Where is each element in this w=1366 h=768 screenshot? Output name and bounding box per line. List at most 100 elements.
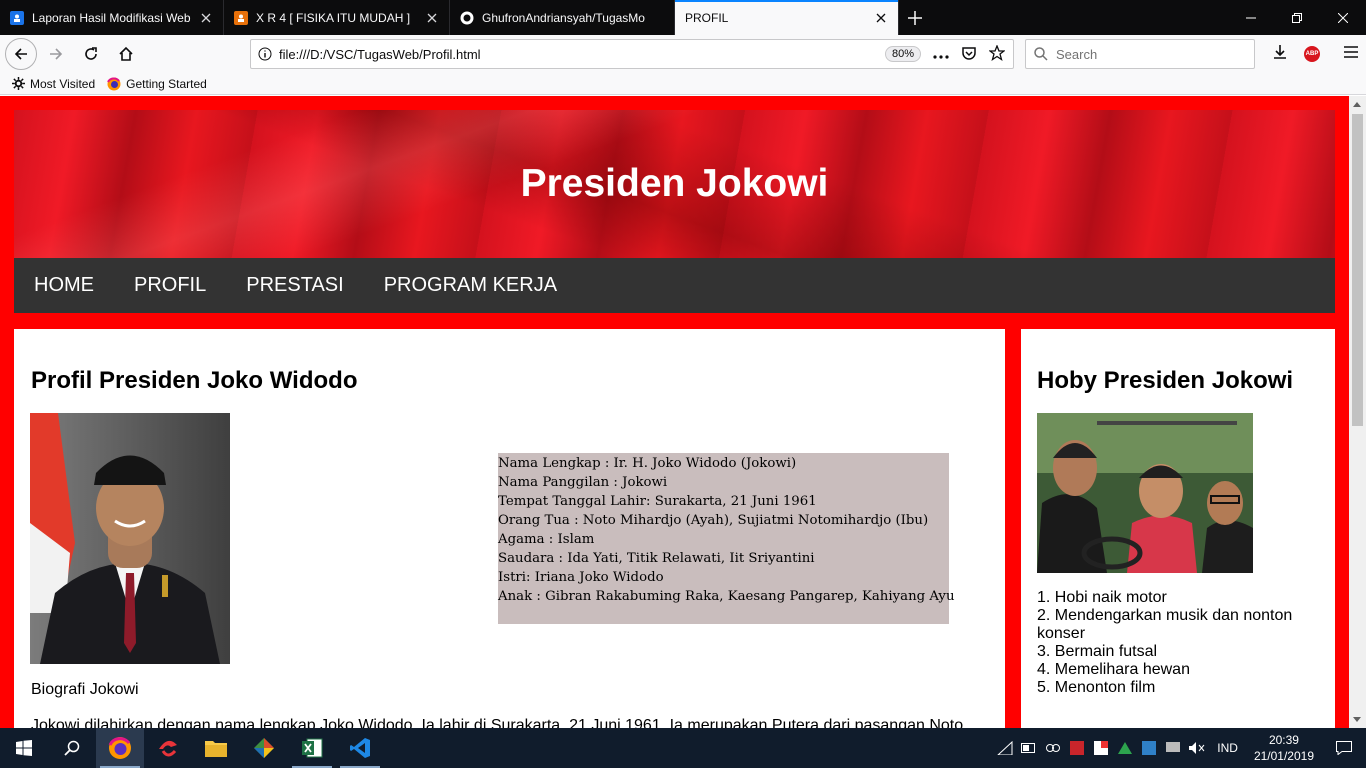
header-banner: Presiden Jokowi — [14, 110, 1335, 258]
bookmark-star-icon[interactable] — [988, 43, 1006, 64]
adblock-plus-icon[interactable]: ABP — [1304, 46, 1320, 62]
page-actions-icon[interactable] — [933, 47, 949, 62]
scroll-down-arrow-icon[interactable] — [1353, 717, 1361, 722]
url-bar[interactable]: file:///D:/VSC/TugasWeb/Profil.html 80% — [250, 39, 1014, 69]
close-icon[interactable] — [199, 11, 213, 25]
tab-title: PROFIL — [685, 10, 729, 25]
bio-line: Tempat Tanggal Lahir: Surakarta, 21 Juni… — [498, 494, 817, 509]
volume-muted-icon[interactable] — [1185, 728, 1209, 768]
start-button[interactable] — [0, 728, 48, 768]
classroom-icon — [10, 10, 24, 25]
tab-fisika[interactable]: X R 4 [ FISIKA ITU MUDAH ] — [224, 0, 450, 35]
tab-title: Laporan Hasil Modifikasi Web — [32, 10, 191, 25]
bookmark-label: Most Visited — [30, 76, 96, 91]
biodata-box: Nama Lengkap : Ir. H. Joko Widodo (Jokow… — [498, 453, 955, 624]
menu-program-kerja[interactable]: PROGRAM KERJA — [364, 274, 577, 297]
list-item: 2. Mendengarkan musik dan nonton konser — [1037, 607, 1293, 642]
tab-title: X R 4 [ FISIKA ITU MUDAH ] — [256, 10, 411, 25]
bio-line: Agama : Islam — [498, 532, 595, 547]
taskbar-clock[interactable]: 20:39 21/01/2019 — [1254, 732, 1314, 764]
clock-time: 20:39 — [1268, 733, 1299, 747]
taskbar-vscode[interactable] — [336, 728, 384, 768]
link-icon[interactable] — [1041, 728, 1065, 768]
hobby-photo-image — [1037, 413, 1253, 573]
network-tray-icon[interactable] — [1137, 728, 1161, 768]
classroom-icon — [234, 10, 248, 25]
forward-arrow-icon — [50, 48, 63, 60]
system-tray: IND 20:39 21/01/2019 — [993, 728, 1366, 768]
excel-icon — [302, 738, 323, 758]
info-icon[interactable] — [251, 47, 279, 61]
monitor-tray-icon[interactable] — [1161, 728, 1185, 768]
firefox-icon — [108, 737, 131, 759]
taskbar-firefox[interactable] — [96, 728, 144, 768]
search-icon — [64, 740, 80, 756]
tab-strip: Laporan Hasil Modifikasi Web X R 4 [ FIS… — [0, 0, 1366, 35]
back-button[interactable] — [5, 38, 37, 70]
menu-prestasi[interactable]: PRESTASI — [226, 274, 363, 297]
menu-profil[interactable]: PROFIL — [114, 274, 226, 297]
taskbar-git[interactable] — [240, 728, 288, 768]
bookmark-getting-started[interactable]: Getting Started — [107, 77, 207, 91]
input-language[interactable]: IND — [1217, 741, 1238, 755]
menu-home[interactable]: HOME — [14, 274, 114, 297]
windows-logo-icon — [16, 740, 32, 756]
search-input[interactable]: Search — [1056, 47, 1097, 62]
hobby-heading: Hoby Presiden Jokowi — [1037, 367, 1294, 394]
taskbar-file-explorer[interactable] — [192, 728, 240, 768]
close-window-icon[interactable] — [1320, 0, 1366, 35]
navigation-toolbar: file:///D:/VSC/TugasWeb/Profil.html 80% … — [0, 35, 1366, 73]
download-icon[interactable] — [1272, 44, 1288, 65]
site-title: Presiden Jokowi — [520, 162, 829, 205]
git-icon — [254, 738, 274, 758]
garena-tray-icon[interactable] — [1065, 728, 1089, 768]
taskbar-search-button[interactable] — [48, 728, 96, 768]
list-item: 3. Bermain futsal — [1037, 643, 1158, 660]
bio-line: Anak : Gibran Rakabuming Raka, Kaesang P… — [498, 589, 955, 604]
taskbar-garena[interactable] — [144, 728, 192, 768]
scroll-up-arrow-icon[interactable] — [1353, 102, 1361, 107]
new-tab-button[interactable] — [899, 0, 931, 35]
page-scrollbar[interactable] — [1349, 96, 1366, 728]
search-bar[interactable]: Search — [1025, 39, 1255, 69]
bookmark-most-visited[interactable]: Most Visited — [12, 77, 95, 91]
notification-icon[interactable] — [1322, 728, 1366, 768]
forward-button[interactable] — [40, 38, 72, 70]
main-menu: HOME PROFIL PRESTASI PROGRAM KERJA — [14, 258, 1335, 313]
bio-line: Nama Lengkap : Ir. H. Joko Widodo (Jokow… — [498, 456, 797, 471]
scroll-thumb[interactable] — [1352, 114, 1363, 426]
hamburger-menu-icon[interactable] — [1344, 45, 1358, 63]
battery-icon[interactable] — [1017, 728, 1041, 768]
biography-caption: Biografi Jokowi — [31, 681, 139, 698]
close-icon[interactable] — [425, 11, 439, 25]
github-icon — [460, 11, 474, 25]
jokowi-portrait-image — [30, 413, 230, 664]
sidebar: Hoby Presiden Jokowi 1. Hobi naik motor … — [1021, 329, 1335, 728]
biography-paragraph: Jokowi dilahirkan dengan nama lengkap Jo… — [31, 717, 964, 728]
list-item: 4. Memelihara hewan — [1037, 661, 1190, 678]
restore-icon[interactable] — [1274, 0, 1320, 35]
drive-tray-icon[interactable] — [1113, 728, 1137, 768]
minimize-icon[interactable] — [1228, 0, 1274, 35]
home-icon — [119, 46, 133, 61]
close-icon[interactable] — [874, 11, 888, 25]
gear-icon — [12, 77, 25, 90]
bio-line: Orang Tua : Noto Mihardjo (Ayah), Sujiat… — [498, 513, 929, 528]
profile-heading: Profil Presiden Joko Widodo — [31, 367, 358, 394]
bio-line: Saudara : Ida Yati, Titik Relawati, Iit … — [498, 551, 815, 566]
search-icon — [1034, 47, 1048, 61]
pocket-icon[interactable] — [961, 45, 977, 64]
main-content: Profil Presiden Joko Widodo Nama Lengkap… — [14, 329, 1005, 728]
file-explorer-icon — [205, 741, 227, 757]
tab-profil[interactable]: PROFIL — [675, 0, 899, 35]
reload-button[interactable] — [75, 38, 107, 70]
wifi-icon[interactable] — [993, 728, 1017, 768]
taskbar-excel[interactable] — [288, 728, 336, 768]
shield-tray-icon[interactable] — [1089, 728, 1113, 768]
window-controls — [1228, 0, 1366, 35]
home-button[interactable] — [110, 38, 142, 70]
url-text[interactable]: file:///D:/VSC/TugasWeb/Profil.html — [279, 47, 885, 62]
tab-github[interactable]: GhufronAndriansyah/TugasMo — [450, 0, 675, 35]
tab-laporan[interactable]: Laporan Hasil Modifikasi Web — [0, 0, 224, 35]
zoom-indicator[interactable]: 80% — [884, 46, 921, 62]
